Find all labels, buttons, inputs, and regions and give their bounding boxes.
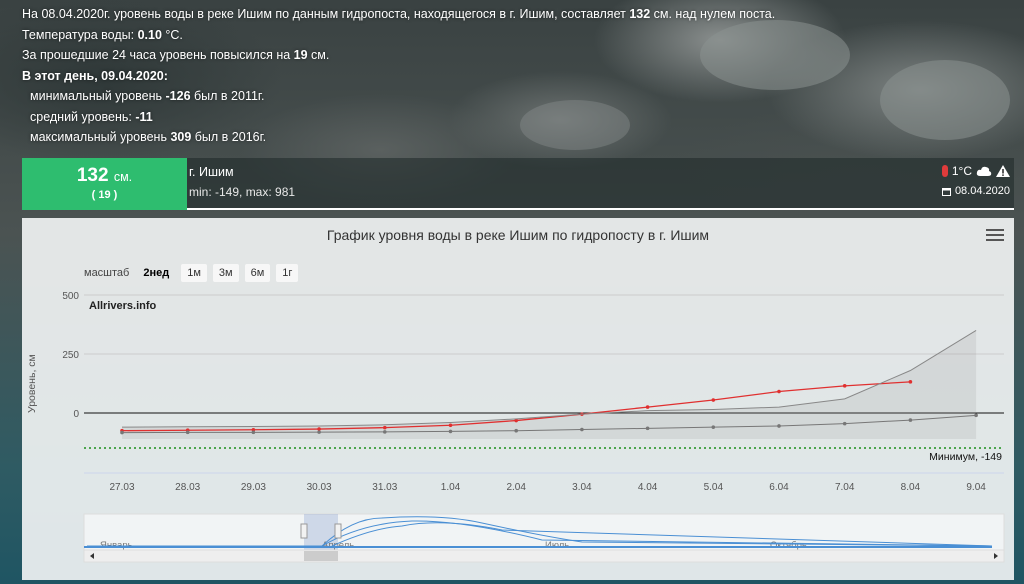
info-day-heading: В этот день, 09.04.2020: — [22, 68, 168, 83]
data-point[interactable] — [908, 418, 913, 422]
x-tick-label: 27.03 — [109, 482, 134, 493]
x-tick-label: 1.04 — [441, 482, 461, 493]
calendar-icon — [941, 187, 951, 196]
y-tick-label: 0 — [73, 409, 79, 420]
info-line-temperature: Температура воды: 0.10 °C. — [22, 27, 183, 42]
data-point[interactable] — [448, 423, 453, 428]
level-delta: ( 19 ) — [91, 189, 118, 201]
reading-date: 08.04.2020 — [954, 185, 1010, 197]
cloud-icon — [976, 166, 992, 176]
info-line-level: На 08.04.2020г. уровень воды в реке Ишим… — [22, 7, 776, 21]
data-point[interactable] — [645, 426, 650, 431]
data-point[interactable] — [974, 413, 978, 418]
water-level-chart: График уровня воды в реке Ишим по гидроп… — [22, 218, 1014, 580]
x-tick-label: 5.04 — [704, 482, 724, 493]
data-point[interactable] — [317, 427, 321, 431]
navigator-handle-right[interactable] — [334, 523, 342, 539]
water-level-info: На 08.04.2020г. уровень воды в реке Ишим… — [22, 4, 775, 148]
x-tick-label: 2.04 — [506, 482, 526, 493]
current-level-badge[interactable]: 132 см. ( 19 ) — [22, 158, 187, 210]
data-point[interactable] — [514, 428, 518, 433]
thermometer-icon — [941, 165, 948, 177]
station-info: г. Ишим min: -149, max: 981 — [189, 165, 295, 199]
x-tick-label: 30.03 — [307, 482, 332, 493]
data-point[interactable] — [711, 425, 716, 429]
data-point[interactable] — [251, 430, 256, 435]
data-point[interactable] — [383, 430, 387, 434]
data-point[interactable] — [645, 405, 650, 409]
navigator-month-label: Октябрь — [770, 540, 807, 551]
data-point[interactable] — [842, 384, 847, 388]
x-tick-label: 6.04 — [769, 482, 789, 493]
navigator-handle-left[interactable] — [300, 523, 308, 539]
x-tick-label: 3.04 — [572, 482, 592, 493]
data-point[interactable] — [777, 424, 781, 428]
minimum-label: Минимум, -149 — [929, 451, 1002, 463]
data-point[interactable] — [120, 430, 124, 435]
data-point[interactable] — [185, 430, 190, 435]
current-level-value: 132 — [76, 165, 109, 186]
chart-plot-area: 0 250 500 Минимум, -149 27.03 28.03 29.03 30.03… — [62, 291, 1005, 563]
info-line-min: минимальный уровень -126 был в 2011г. — [30, 89, 265, 103]
x-tick-label: 31.03 — [372, 482, 397, 493]
station-name[interactable]: г. Ишим — [189, 165, 295, 179]
data-point[interactable] — [711, 398, 716, 402]
x-tick-label: 28.03 — [175, 482, 200, 493]
weather-info: 1°C 08.04.2020 — [941, 164, 1010, 197]
range-area — [122, 330, 977, 439]
navigator-month-label: Июль — [545, 540, 569, 551]
y-tick-label: 500 — [62, 291, 79, 302]
data-point[interactable] — [580, 427, 584, 432]
data-point[interactable] — [777, 389, 781, 394]
info-line-change: За прошедшие 24 часа уровень повысился н… — [22, 48, 330, 62]
station-minmax: min: -149, max: 981 — [189, 185, 296, 199]
data-point[interactable] — [317, 430, 321, 434]
x-tick-label: 8.04 — [901, 482, 921, 493]
data-point[interactable] — [908, 380, 913, 384]
station-status-bar: 132 см. ( 19 ) г. Ишим min: -149, max: 9… — [22, 158, 1014, 210]
x-tick-label: 9.04 — [966, 482, 986, 493]
x-tick-label: 29.03 — [241, 482, 266, 493]
scrollbar-thumb[interactable] — [304, 551, 338, 561]
data-point[interactable] — [448, 429, 453, 434]
x-tick-label: 4.04 — [638, 482, 658, 493]
x-tick-label: 7.04 — [835, 482, 855, 493]
warning-icon[interactable] — [996, 165, 1010, 177]
info-line-avg: средний уровень: -11 — [30, 109, 153, 124]
rock-shape — [880, 60, 1010, 140]
data-point[interactable] — [842, 421, 847, 426]
current-level-unit: см. — [113, 170, 133, 184]
y-tick-label: 250 — [62, 350, 79, 361]
data-point[interactable] — [383, 425, 387, 430]
scrollbar-track[interactable] — [83, 549, 1005, 563]
info-line-max: максимальный уровень 309 был в 2016г. — [30, 130, 267, 144]
air-temperature: 1°C — [951, 164, 972, 178]
